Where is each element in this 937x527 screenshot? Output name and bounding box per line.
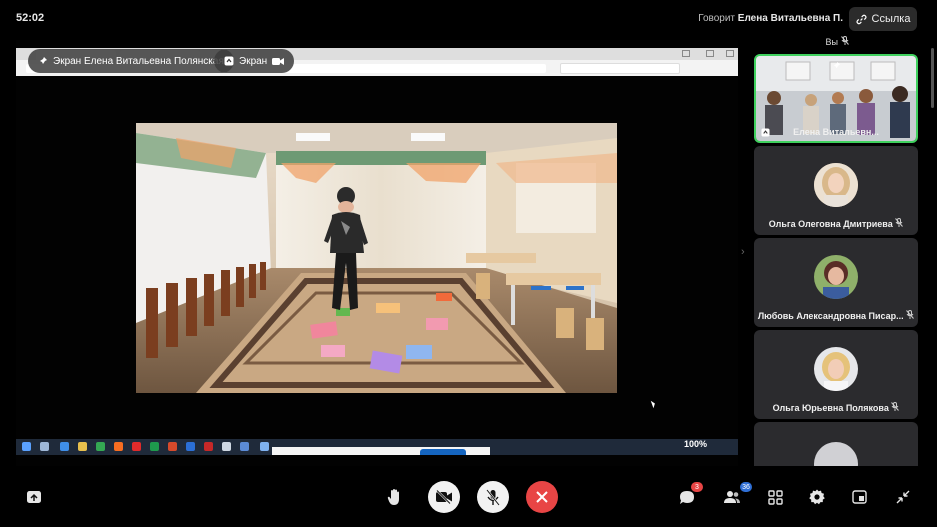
close-icon (536, 491, 548, 503)
hang-up-button[interactable] (526, 481, 558, 513)
participant-tile-active[interactable]: Елена Витальевн... (754, 54, 918, 143)
participant-tile[interactable]: Ольга Юрьевна Полякова (754, 330, 918, 419)
participants-panel: Вы Елена Витальевн... Ольга Олеговна Дми… (754, 0, 920, 466)
avatar (814, 347, 858, 391)
camera-icon (272, 57, 285, 65)
people-icon (724, 491, 740, 503)
self-tile-label: Вы (754, 36, 920, 47)
participant-tile[interactable]: Ольга Олеговна Дмитриева (754, 146, 918, 235)
chat-unread-badge: 3 (691, 482, 703, 492)
call-timer: 52:02 (16, 12, 45, 24)
mic-off-icon (486, 488, 500, 506)
participant-tile[interactable] (754, 422, 918, 466)
mic-muted-icon (895, 218, 904, 227)
pip-icon (851, 490, 867, 504)
share-screen-button[interactable] (24, 487, 44, 507)
presenter-screen-pill[interactable]: Экран Елена Витальевна Полянская (28, 49, 234, 73)
share-screen-icon (27, 491, 41, 503)
settings-button[interactable] (807, 487, 827, 507)
screen-share-icon (224, 56, 234, 66)
mic-muted-icon (906, 310, 915, 319)
pin-icon (832, 61, 841, 70)
fullscreen-exit-button[interactable] (893, 487, 913, 507)
screen-label: Экран (239, 55, 268, 67)
participant-name: Любовь Александровна Писар... (754, 310, 918, 321)
collapse-arrows-icon (896, 490, 910, 504)
camera-toggle-button[interactable] (428, 481, 460, 513)
mic-muted-icon (891, 402, 900, 411)
shared-taskbar: 100% (16, 439, 738, 455)
presenter-screen-label: Экран Елена Витальевна Полянская (53, 55, 224, 67)
picture-in-picture-button[interactable] (849, 487, 869, 507)
grid-icon (767, 489, 783, 505)
participant-name: Ольга Олеговна Дмитриева (754, 218, 918, 229)
participants-scrollbar[interactable] (931, 48, 934, 108)
chat-icon (680, 490, 694, 504)
participant-tile[interactable]: Любовь Александровна Писар... (754, 238, 918, 327)
avatar (814, 255, 858, 299)
hand-icon (387, 489, 399, 505)
classroom-video-frame (136, 123, 617, 393)
participant-name: Ольга Юрьевна Полякова (754, 402, 918, 413)
gear-icon (809, 489, 825, 505)
camera-off-icon (436, 490, 452, 504)
pin-icon (39, 57, 47, 65)
grid-view-button[interactable] (765, 487, 785, 507)
screen-pill[interactable]: Экран (214, 49, 295, 73)
microphone-toggle-button[interactable] (477, 481, 509, 513)
avatar-placeholder-icon (814, 442, 858, 466)
raise-hand-button[interactable] (384, 486, 406, 508)
participant-name: Елена Витальевн... (793, 127, 879, 137)
shared-zoom-level: 100% (684, 439, 708, 449)
chevron-right-icon[interactable]: › (741, 246, 745, 258)
mic-muted-icon (840, 36, 849, 45)
shared-screen: Экран Елена Витальевна Полянская Экран 1… (16, 40, 738, 466)
participants-button[interactable]: 36 (722, 482, 752, 507)
chat-button[interactable]: 3 (677, 482, 703, 507)
avatar (814, 163, 858, 207)
shared-video (136, 123, 617, 393)
speaker-prefix: Говорит (698, 13, 735, 24)
participants-count-badge: 36 (740, 482, 752, 492)
